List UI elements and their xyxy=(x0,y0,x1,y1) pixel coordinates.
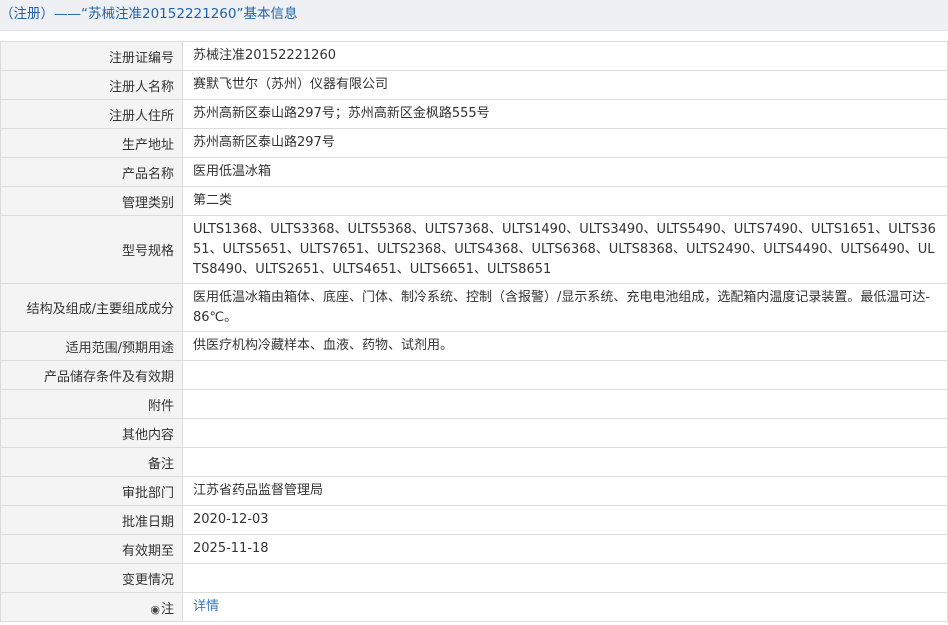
row-label: 附件 xyxy=(0,389,183,419)
table-row-approval-date: 批准日期 2020-12-03 xyxy=(0,505,948,535)
row-label: 结构及组成/主要组成成分 xyxy=(0,283,183,332)
table-row-note: ◉注 详情 xyxy=(0,592,948,622)
table-row-product-name: 产品名称 医用低温冰箱 xyxy=(0,157,948,187)
table-row-registrant-address: 注册人住所 苏州高新区泰山路297号；苏州高新区金枫路555号 xyxy=(0,99,948,129)
row-label: 批准日期 xyxy=(0,505,183,535)
table-row-management-category: 管理类别 第二类 xyxy=(0,186,948,216)
row-label: 注册证编号 xyxy=(0,41,183,71)
row-label: 有效期至 xyxy=(0,534,183,564)
table-row-model-spec: 型号规格 ULTS1368、ULTS3368、ULTS5368、ULTS7368… xyxy=(0,215,948,284)
details-link[interactable]: 详情 xyxy=(193,599,219,614)
row-label: 产品储存条件及有效期 xyxy=(0,360,183,390)
row-label: 适用范围/预期用途 xyxy=(0,331,183,361)
row-value: 苏州高新区泰山路297号；苏州高新区金枫路555号 xyxy=(182,99,948,129)
row-value: 2025-11-18 xyxy=(182,534,948,564)
row-label: 其他内容 xyxy=(0,418,183,448)
row-value: 2020-12-03 xyxy=(182,505,948,535)
row-value: 医用低温冰箱由箱体、底座、门体、制冷系统、控制（含报警）/显示系统、充电电池组成… xyxy=(182,283,948,332)
row-value: 医用低温冰箱 xyxy=(182,157,948,187)
row-value: ULTS1368、ULTS3368、ULTS5368、ULTS7368、ULTS… xyxy=(182,215,948,284)
row-value: 赛默飞世尔（苏州）仪器有限公司 xyxy=(182,70,948,100)
table-row-registrant-name: 注册人名称 赛默飞世尔（苏州）仪器有限公司 xyxy=(0,70,948,100)
table-row-storage-validity: 产品储存条件及有效期 xyxy=(0,360,948,390)
note-label: 注 xyxy=(160,601,174,617)
table-row-valid-until: 有效期至 2025-11-18 xyxy=(0,534,948,564)
table-row-registration-number: 注册证编号 苏械注准20152221260 xyxy=(0,41,948,71)
table-row-production-address: 生产地址 苏州高新区泰山路297号 xyxy=(0,128,948,158)
row-label: 注册人名称 xyxy=(0,70,183,100)
header-gap xyxy=(0,31,948,41)
note-label-cell: ◉注 xyxy=(0,592,183,622)
note-value-cell: 详情 xyxy=(182,592,948,622)
row-value xyxy=(182,563,948,593)
row-label: 管理类别 xyxy=(0,186,183,216)
row-value: 苏械注准20152221260 xyxy=(182,41,948,71)
row-label: 生产地址 xyxy=(0,128,183,158)
row-label: 注册人住所 xyxy=(0,99,183,129)
table-row-other-content: 其他内容 xyxy=(0,418,948,448)
row-label: 型号规格 xyxy=(0,215,183,284)
table-row-remarks: 备注 xyxy=(0,447,948,477)
row-value xyxy=(182,418,948,448)
row-value xyxy=(182,360,948,390)
row-label: 变更情况 xyxy=(0,563,183,593)
table-row-approval-department: 审批部门 江苏省药品监督管理局 xyxy=(0,476,948,506)
table-row-structure-composition: 结构及组成/主要组成成分 医用低温冰箱由箱体、底座、门体、制冷系统、控制（含报警… xyxy=(0,283,948,332)
row-value xyxy=(182,447,948,477)
table-row-intended-use: 适用范围/预期用途 供医疗机构冷藏样本、血液、药物、试剂用。 xyxy=(0,331,948,361)
row-value: 第二类 xyxy=(182,186,948,216)
row-label: 备注 xyxy=(0,447,183,477)
note-icon: ◉ xyxy=(150,602,160,616)
info-table: 注册证编号 苏械注准20152221260 注册人名称 赛默飞世尔（苏州）仪器有… xyxy=(0,41,948,622)
row-value: 供医疗机构冷藏样本、血液、药物、试剂用。 xyxy=(182,331,948,361)
row-label: 产品名称 xyxy=(0,157,183,187)
row-value: 江苏省药品监督管理局 xyxy=(182,476,948,506)
page-header: （注册）——“苏械注准20152221260”基本信息 xyxy=(0,0,948,31)
row-label: 审批部门 xyxy=(0,476,183,506)
row-value: 苏州高新区泰山路297号 xyxy=(182,128,948,158)
page-title: （注册）——“苏械注准20152221260”基本信息 xyxy=(0,6,298,22)
row-value xyxy=(182,389,948,419)
table-row-attachments: 附件 xyxy=(0,389,948,419)
table-row-change-history: 变更情况 xyxy=(0,563,948,593)
